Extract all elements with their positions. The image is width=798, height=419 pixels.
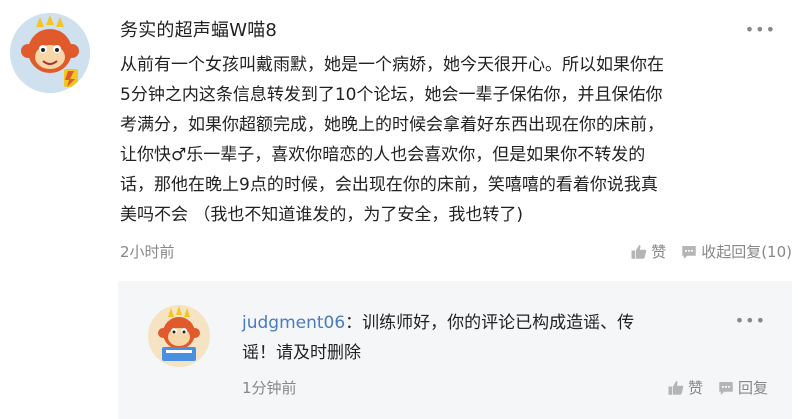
comment-line: 让你快♂乐一辈子，喜欢你暗恋的人也会喜欢你，但是如果你不转发的 bbox=[120, 145, 646, 165]
comment-content: 从前有一个女孩叫戴雨默，她是一个病娇，她今天很开心。所以如果你在 5分钟之内这条… bbox=[120, 50, 770, 230]
reply-button[interactable]: 回复 bbox=[717, 377, 768, 398]
comment-line: 话，那他在晚上9点的时候，会出现在你的床前，笑嘻嘻的看着你说我真 bbox=[120, 175, 658, 195]
comment-line: 从前有一个女孩叫戴雨默，她是一个病娇，她今天很开心。所以如果你在 bbox=[120, 55, 664, 75]
comment-bubble-icon bbox=[719, 381, 733, 395]
more-dots-icon[interactable]: ••• bbox=[745, 20, 776, 39]
like-label: 赞 bbox=[687, 379, 703, 397]
comment-username[interactable]: 务实的超声蝠W喵8 bbox=[120, 16, 277, 42]
reply-actions: 赞 回复 bbox=[653, 377, 768, 398]
reply-text-line: ：训练师好，你的评论已构成造谣、传 bbox=[345, 313, 635, 333]
reply-container: judgment06：训练师好，你的评论已构成造谣、传 谣！请及时删除 ••• … bbox=[118, 281, 792, 419]
user-avatar[interactable] bbox=[10, 13, 90, 93]
thumbs-up-icon bbox=[631, 244, 647, 259]
reply-like-button[interactable]: 赞 bbox=[667, 377, 703, 398]
collapse-replies-label: 收起回复(10) bbox=[701, 243, 792, 261]
monkey-avatar-icon bbox=[148, 305, 210, 367]
comment-line: 美吗不会 （我也不知道谁发的，为了安全，我也转了) bbox=[120, 205, 524, 225]
comment-time: 2小时前 bbox=[120, 243, 175, 261]
reply-label: 回复 bbox=[737, 379, 768, 397]
reply-time: 1分钟前 bbox=[242, 379, 297, 397]
reply-avatar[interactable] bbox=[148, 305, 210, 367]
comment-line: 考满分，如果你超额完成，她晚上的时候会拿着好东西出现在你的床前， bbox=[120, 115, 664, 135]
monkey-avatar-icon bbox=[10, 13, 90, 93]
like-button[interactable]: 赞 bbox=[630, 241, 666, 262]
more-dots-icon[interactable]: ••• bbox=[735, 311, 766, 330]
comment-bubble-icon bbox=[682, 245, 696, 259]
collapse-replies-button[interactable]: 收起回复(10) bbox=[680, 241, 792, 262]
thumbs-up-icon bbox=[668, 380, 684, 395]
reply-content: judgment06：训练师好，你的评论已构成造谣、传 谣！请及时删除 bbox=[242, 308, 732, 368]
like-label: 赞 bbox=[651, 243, 667, 261]
comment-line: 5分钟之内这条信息转发到了10个论坛，她会一辈子保佑你，并且保佑你 bbox=[120, 85, 663, 105]
reply-text-line: 谣！请及时删除 bbox=[242, 343, 361, 363]
reply-username[interactable]: judgment06 bbox=[242, 313, 345, 333]
comment-actions: 赞 收起回复(10) bbox=[616, 241, 792, 262]
